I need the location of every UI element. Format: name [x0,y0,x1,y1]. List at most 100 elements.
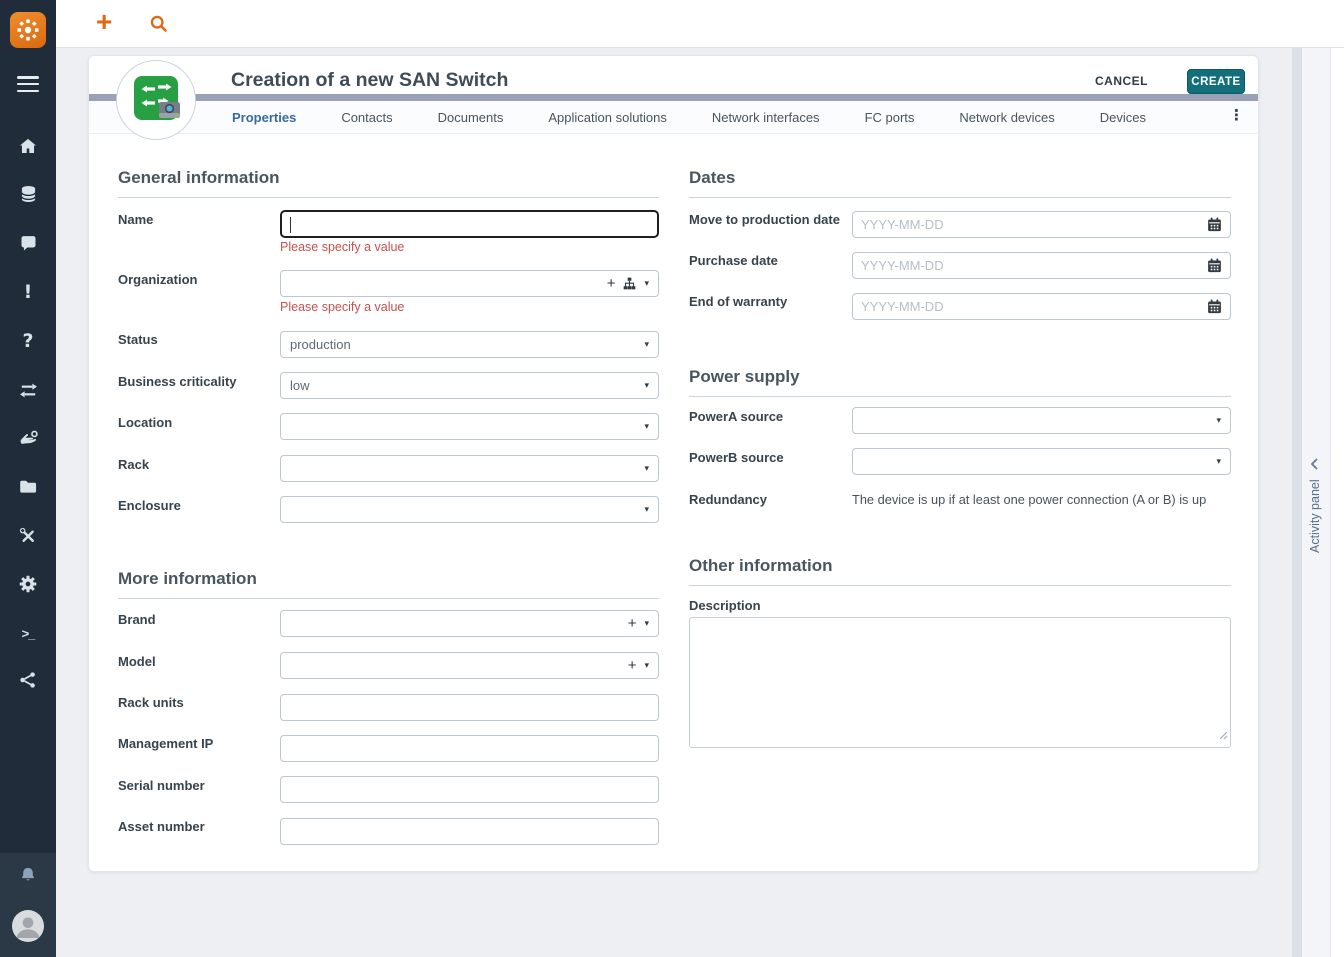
helping-hand-icon[interactable] [16,427,40,451]
share-icon[interactable] [16,668,40,692]
description-label: Description [689,598,761,613]
end-of-warranty-input[interactable]: YYYY-MM-DD [852,293,1231,320]
date-placeholder: YYYY-MM-DD [861,299,944,314]
tab-network-devices[interactable]: Network devices [959,110,1054,125]
tab-application-solutions[interactable]: Application solutions [548,110,667,125]
resize-grip-icon[interactable] [1219,727,1228,745]
brand-label: Brand [118,612,156,627]
move-to-production-date-input[interactable]: YYYY-MM-DD [852,211,1231,238]
management-ip-label: Management IP [118,736,213,751]
hierarchy-icon[interactable] [623,277,636,290]
quick-create-button[interactable]: + [96,6,112,38]
asset-number-label: Asset number [118,819,205,834]
chat-bubble-icon[interactable] [16,231,40,255]
power-a-source-label: PowerA source [689,409,783,424]
tab-fc-ports[interactable]: FC ports [865,110,915,125]
calendar-icon[interactable] [1207,258,1222,273]
organization-input[interactable]: + ▾ [280,270,659,297]
asset-number-input[interactable] [280,818,659,845]
tab-contacts[interactable]: Contacts [341,110,392,125]
section-more-information: More information [118,569,659,599]
text-cursor [290,217,291,233]
tools-icon[interactable] [16,524,40,548]
status-label: Status [118,332,158,347]
disk-overlay [159,102,180,118]
enclosure-select[interactable]: ▾ [280,496,659,523]
terminal-icon[interactable]: >_ [16,621,40,645]
redundancy-label: Redundancy [689,492,767,507]
power-a-source-select[interactable]: ▾ [852,407,1231,434]
tab-properties[interactable]: Properties [232,110,296,125]
add-brand-icon[interactable]: + [628,616,637,631]
section-general-information: General information [118,168,659,198]
database-icon[interactable] [16,182,40,206]
scrollbar[interactable] [1292,48,1301,957]
create-button[interactable]: CREATE [1187,69,1245,94]
section-dates: Dates [689,168,1231,198]
location-select[interactable]: ▾ [280,413,659,440]
power-b-source-select[interactable]: ▾ [852,448,1231,475]
sidebar: ! ? [0,0,56,957]
add-organization-icon[interactable]: + [607,276,616,291]
description-textarea[interactable] [689,617,1231,748]
itop-logo-icon[interactable] [10,12,46,48]
calendar-icon[interactable] [1207,217,1222,232]
section-other-information: Other information [689,556,1231,586]
hamburger-menu-icon[interactable] [17,76,39,96]
tab-documents[interactable]: Documents [438,110,504,125]
model-input[interactable]: + ▾ [280,652,659,679]
business-criticality-select[interactable]: low ▾ [280,372,659,399]
rack-units-label: Rack units [118,695,184,710]
sidebar-user-section [0,853,56,957]
model-label: Model [118,654,156,669]
tabs-overflow-icon[interactable]: ⋮ [1229,106,1244,124]
purchase-date-input[interactable]: YYYY-MM-DD [852,252,1231,279]
chevron-down-icon: ▾ [644,422,649,432]
redundancy-text: The device is up if at least one power c… [852,492,1206,507]
object-class-icon [116,60,196,140]
bell-icon[interactable] [16,864,40,888]
end-of-warranty-label: End of warranty [689,294,787,309]
management-ip-input[interactable] [280,735,659,762]
swap-arrows-icon[interactable] [16,378,40,402]
question-mark-icon[interactable]: ? [16,329,40,353]
chevron-down-icon[interactable]: ▾ [644,619,649,629]
rack-units-input[interactable] [280,694,659,721]
activity-panel-edge [1330,48,1344,957]
chevron-down-icon[interactable]: ▾ [644,661,649,671]
name-input[interactable] [280,210,659,238]
tab-devices[interactable]: Devices [1100,110,1146,125]
chevron-left-icon[interactable] [1308,456,1322,477]
gear-icon[interactable] [16,572,40,596]
power-b-source-label: PowerB source [689,450,784,465]
date-placeholder: YYYY-MM-DD [861,217,944,232]
rack-select[interactable]: ▾ [280,455,659,482]
user-avatar[interactable] [12,910,44,942]
activity-panel-label[interactable]: Activity panel [1308,479,1322,553]
tab-network-interfaces[interactable]: Network interfaces [712,110,820,125]
chevron-down-icon: ▾ [644,464,649,474]
chevron-down-icon: ▾ [644,381,649,391]
move-to-production-date-label: Move to production date [689,212,840,227]
home-icon[interactable] [16,134,40,158]
chevron-down-icon: ▾ [644,505,649,515]
chevron-down-icon[interactable]: ▾ [644,279,649,289]
status-value: production [290,337,351,352]
brand-input[interactable]: + ▾ [280,610,659,637]
serial-number-input[interactable] [280,776,659,803]
search-icon[interactable] [148,13,169,39]
exclamation-icon[interactable]: ! [16,280,40,304]
organization-label: Organization [118,272,197,287]
add-model-icon[interactable]: + [628,658,637,673]
folder-icon[interactable] [16,475,40,499]
object-creation-card: Creation of a new SAN Switch CANCEL CREA… [88,55,1259,872]
tabs-row: Properties Contacts Documents Applicatio… [89,101,1258,134]
cancel-button[interactable]: CANCEL [1095,74,1148,88]
page-title: Creation of a new SAN Switch [231,69,508,92]
status-select[interactable]: production ▾ [280,331,659,358]
serial-number-label: Serial number [118,778,205,793]
name-error: Please specify a value [280,240,404,254]
enclosure-label: Enclosure [118,498,181,513]
calendar-icon[interactable] [1207,299,1222,314]
business-criticality-value: low [290,378,310,393]
